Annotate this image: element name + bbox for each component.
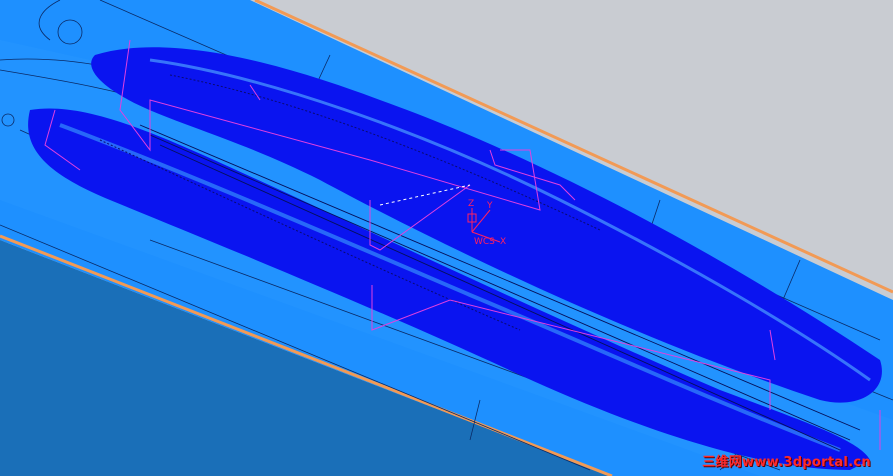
cad-viewport[interactable]: Z Y WCS X 三维网www.3dportal.cn bbox=[0, 0, 893, 476]
watermark-text: 三维网www.3dportal.cn bbox=[702, 455, 871, 470]
csys-z-label: Z bbox=[468, 199, 474, 209]
csys-x-label: X bbox=[500, 237, 506, 247]
mold-3d-scene[interactable]: Z Y WCS X bbox=[0, 0, 893, 476]
csys-wcs-label: WCS bbox=[474, 237, 495, 247]
csys-y-label: Y bbox=[486, 201, 493, 211]
